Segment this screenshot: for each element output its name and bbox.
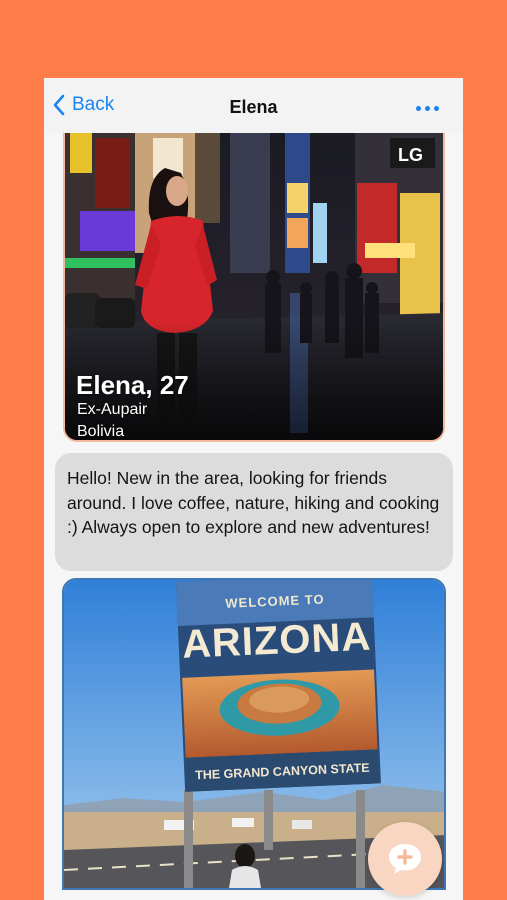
nav-bar: Back Elena (44, 78, 463, 133)
bio-card: Hello! New in the area, looking for frie… (55, 453, 453, 571)
profile-name-age: Elena, 27 (76, 370, 189, 400)
more-options-button[interactable] (416, 106, 439, 111)
add-chat-icon (389, 844, 421, 874)
page-title: Elena (229, 97, 278, 117)
profile-screen: Back Elena Elena, 27 Ex-Aupair Bolivia H… (44, 78, 463, 900)
bio-text: Hello! New in the area, looking for frie… (67, 468, 440, 537)
profile-location: Bolivia (77, 423, 125, 440)
add-chat-button[interactable] (368, 822, 442, 896)
sign-main-text: ARIZONA (181, 615, 372, 667)
profile-occupation: Ex-Aupair (77, 401, 148, 418)
profile-photo-card[interactable]: LG (63, 133, 445, 442)
more-horizontal-icon (416, 106, 421, 111)
